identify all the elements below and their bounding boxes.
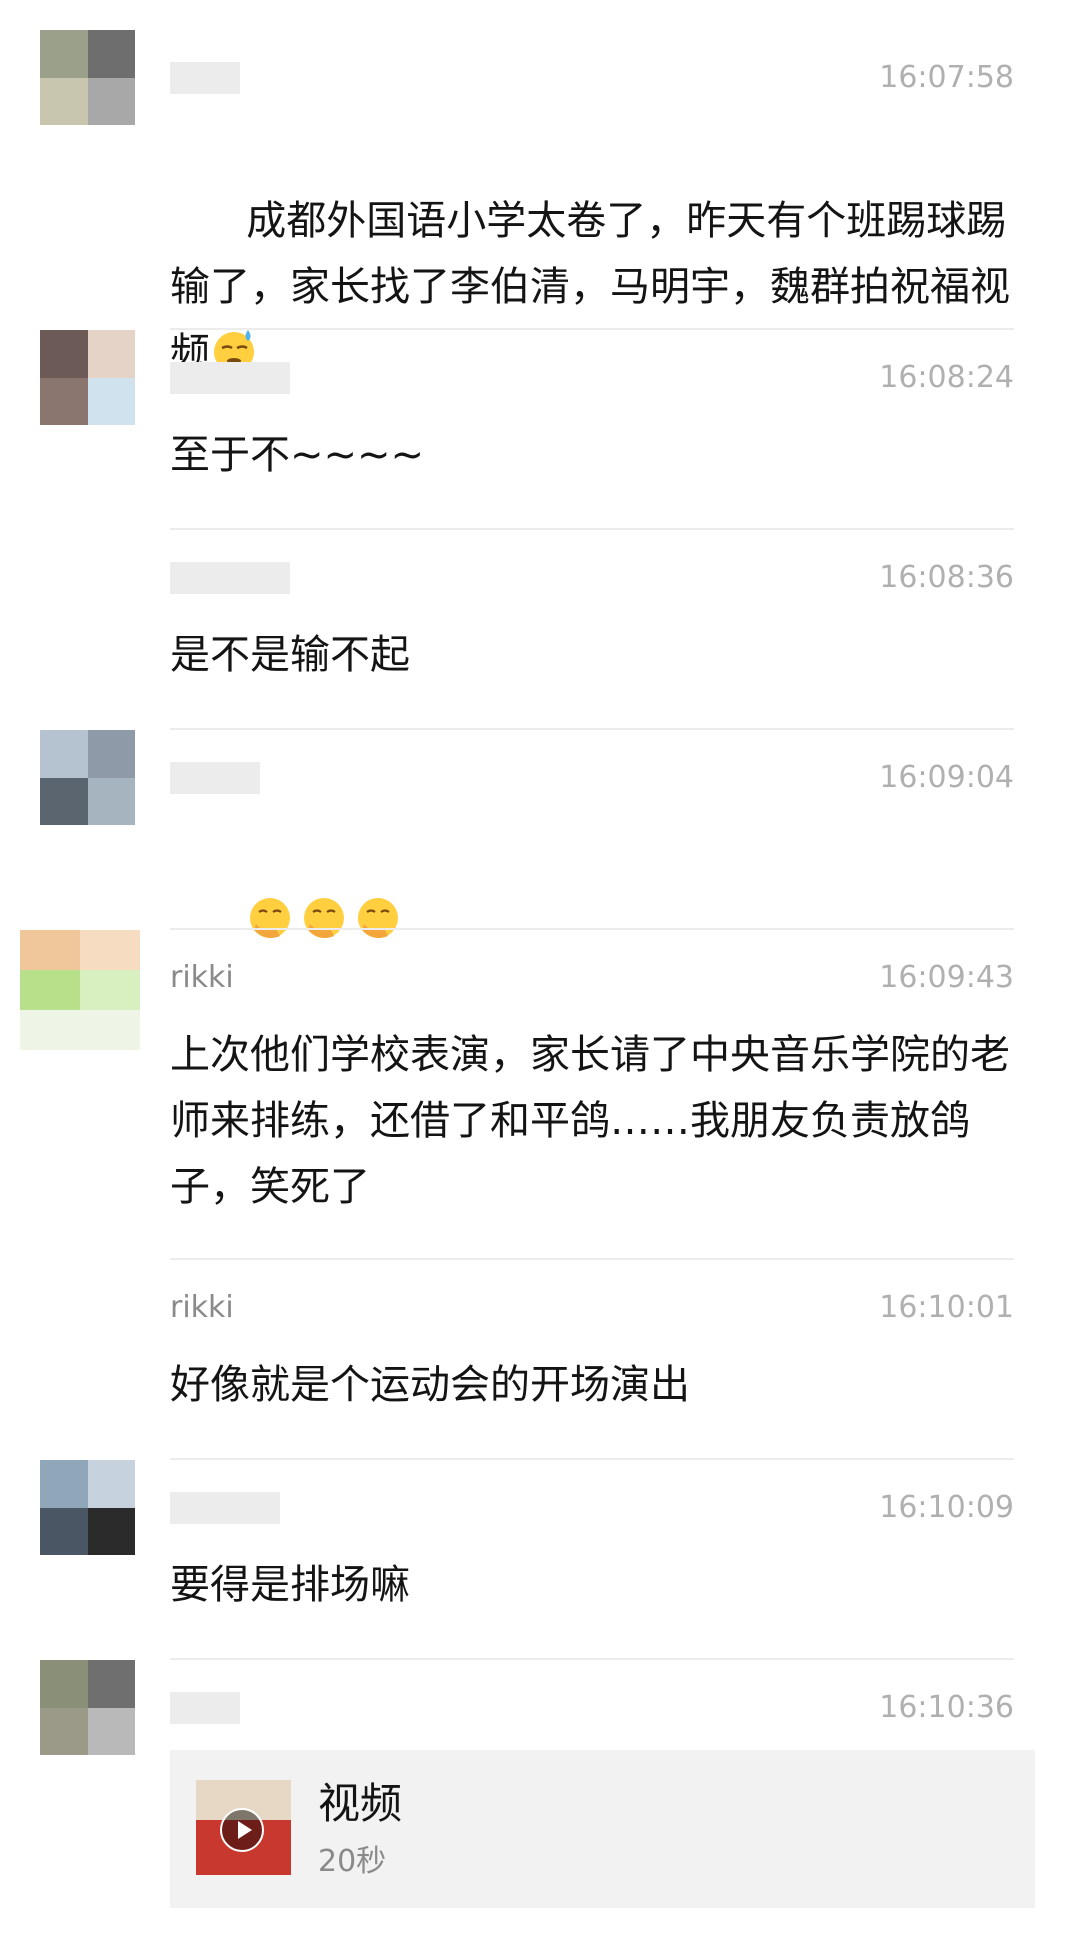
list-item: 16:10:36 视频 20秒 — [0, 1660, 1080, 1940]
avatar[interactable] — [40, 730, 135, 825]
message-time: 16:10:01 — [879, 1290, 1014, 1325]
avatar[interactable] — [40, 1660, 135, 1755]
message-time: 16:10:09 — [879, 1490, 1014, 1525]
message-text: 要得是排场嘛 — [170, 1562, 410, 1608]
message-text: 是不是输不起 — [170, 632, 410, 678]
list-item: rikki 16:10:01 好像就是个运动会的开场演出 — [0, 1260, 1080, 1460]
video-duration: 20秒 — [318, 1844, 387, 1879]
avatar[interactable] — [40, 1460, 135, 1555]
list-item: rikki 16:09:43 上次他们学校表演，家长请了中央音乐学院的老师来排练… — [0, 930, 1080, 1260]
sender-name: rikki — [170, 960, 234, 995]
message-text: 好像就是个运动会的开场演出 — [170, 1362, 690, 1408]
sender-name: rikki — [170, 1290, 234, 1325]
list-item: 16:07:58 成都外国语小学太卷了，昨天有个班踢球踢输了，家长找了李伯清，马… — [0, 30, 1080, 376]
message-time: 16:07:58 — [879, 60, 1014, 95]
message-time: 16:10:36 — [879, 1690, 1014, 1725]
video-thumbnail[interactable] — [196, 1780, 291, 1875]
video-title: 视频 — [318, 1779, 403, 1828]
message-time: 16:08:24 — [879, 360, 1014, 395]
list-item: 16:09:04 — [0, 730, 1080, 938]
avatar[interactable] — [20, 930, 140, 1050]
video-message-card[interactable]: 视频 20秒 — [170, 1750, 1035, 1908]
list-item: 16:08:36 是不是输不起 — [0, 530, 1080, 730]
play-icon[interactable] — [220, 1808, 264, 1852]
avatar[interactable] — [40, 330, 135, 425]
chat-message-list: 16:07:58 成都外国语小学太卷了，昨天有个班踢球踢输了，家长找了李伯清，马… — [0, 0, 1080, 1940]
message-time: 16:08:36 — [879, 560, 1014, 595]
list-item: 16:08:24 至于不~~~~ — [0, 330, 1080, 530]
message-text: 上次他们学校表演，家长请了中央音乐学院的老师来排练，还借了和平鸽……我朋友负责放… — [170, 1032, 1010, 1210]
list-item: 16:10:09 要得是排场嘛 — [0, 1460, 1080, 1660]
message-time: 16:09:04 — [879, 760, 1014, 795]
message-text: 至于不~~~~ — [170, 432, 425, 478]
message-time: 16:09:43 — [879, 960, 1014, 995]
avatar[interactable] — [40, 30, 135, 125]
